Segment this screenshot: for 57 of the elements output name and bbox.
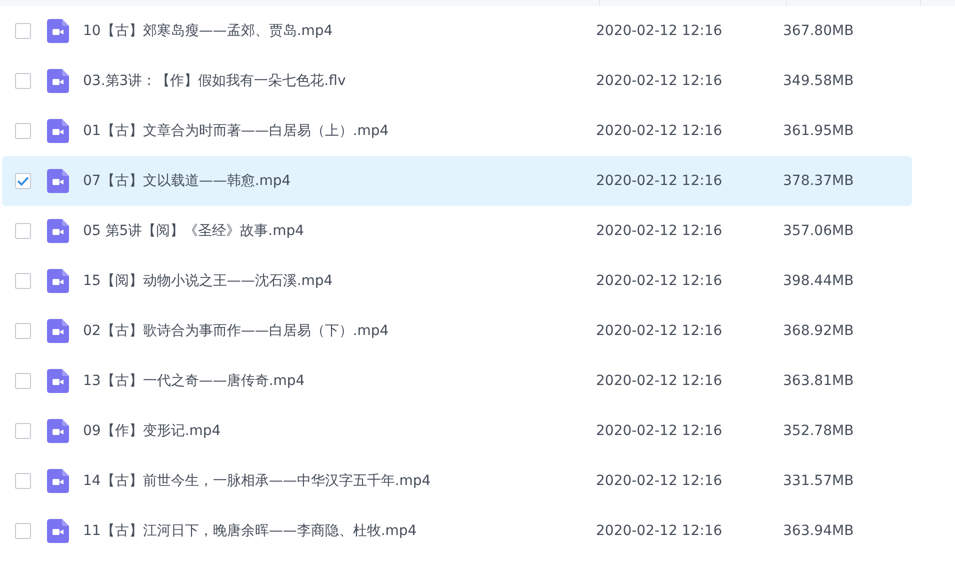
modified-date: 2020-02-12 12:16 [596,172,724,190]
checkbox[interactable] [15,373,31,389]
video-file-icon [47,219,69,243]
video-file-icon [47,19,69,43]
checkbox[interactable] [15,323,31,339]
video-file-icon [47,519,69,543]
file-size: 349.58MB [783,72,854,90]
modified-date: 2020-02-12 12:16 [596,72,724,90]
check-icon [17,176,29,186]
checkbox[interactable] [15,473,31,489]
checkbox[interactable] [15,523,31,539]
file-size: 368.92MB [783,322,854,340]
checkbox[interactable] [15,223,31,239]
file-size: 361.95MB [783,122,854,140]
file-size: 363.94MB [783,522,854,540]
file-size: 331.57MB [783,472,854,490]
modified-date: 2020-02-12 12:16 [596,272,724,290]
file-size: 363.81MB [783,372,854,390]
checkbox[interactable] [15,423,31,439]
video-file-icon [47,369,69,393]
file-name[interactable]: 05 第5讲【阅】《圣经》故事.mp4 [83,220,596,242]
file-name[interactable]: 10【古】郊寒岛瘦——孟郊、贾岛.mp4 [83,20,596,42]
file-name[interactable]: 02【古】歌诗合为事而作——白居易（下）.mp4 [83,320,596,342]
file-size: 367.80MB [783,22,854,40]
checkbox[interactable] [15,173,31,189]
modified-date: 2020-02-12 12:16 [596,472,724,490]
modified-date: 2020-02-12 12:16 [596,322,724,340]
file-row[interactable]: 07【古】文以载道——韩愈.mp4 2020-02-12 12:16 378.37MB [2,156,912,206]
modified-date: 2020-02-12 12:16 [596,372,724,390]
video-file-icon [47,269,69,293]
modified-date: 2020-02-12 12:16 [596,122,724,140]
checkbox[interactable] [15,123,31,139]
modified-date: 2020-02-12 12:16 [596,522,724,540]
video-file-icon [47,119,69,143]
file-size: 398.44MB [783,272,854,290]
checkbox[interactable] [15,273,31,289]
file-name[interactable]: 01【古】文章合为时而著——白居易（上）.mp4 [83,120,596,142]
file-name[interactable]: 03.第3讲：【作】假如我有一朵七色花.flv [83,70,596,92]
file-name[interactable]: 11【古】江河日下，晚唐余晖——李商隐、杜牧.mp4 [83,520,596,542]
video-file-icon [47,419,69,443]
file-name[interactable]: 14【古】前世今生，一脉相承——中华汉字五千年.mp4 [83,470,596,492]
checkbox[interactable] [15,23,31,39]
modified-date: 2020-02-12 12:16 [596,222,724,240]
file-name[interactable]: 09【作】变形记.mp4 [83,420,596,442]
modified-date: 2020-02-12 12:16 [596,422,724,440]
file-name[interactable]: 07【古】文以载道——韩愈.mp4 [83,170,596,192]
file-size: 378.37MB [783,172,854,190]
file-name[interactable]: 15【阅】动物小说之王——沈石溪.mp4 [83,270,596,292]
modified-date: 2020-02-12 12:16 [596,22,724,40]
video-file-icon [47,69,69,93]
checkbox[interactable] [15,73,31,89]
file-size: 357.06MB [783,222,854,240]
video-file-icon [47,319,69,343]
video-file-icon [47,469,69,493]
file-name[interactable]: 13【古】一代之奇——唐传奇.mp4 [83,370,596,392]
video-file-icon [47,169,69,193]
file-size: 352.78MB [783,422,854,440]
